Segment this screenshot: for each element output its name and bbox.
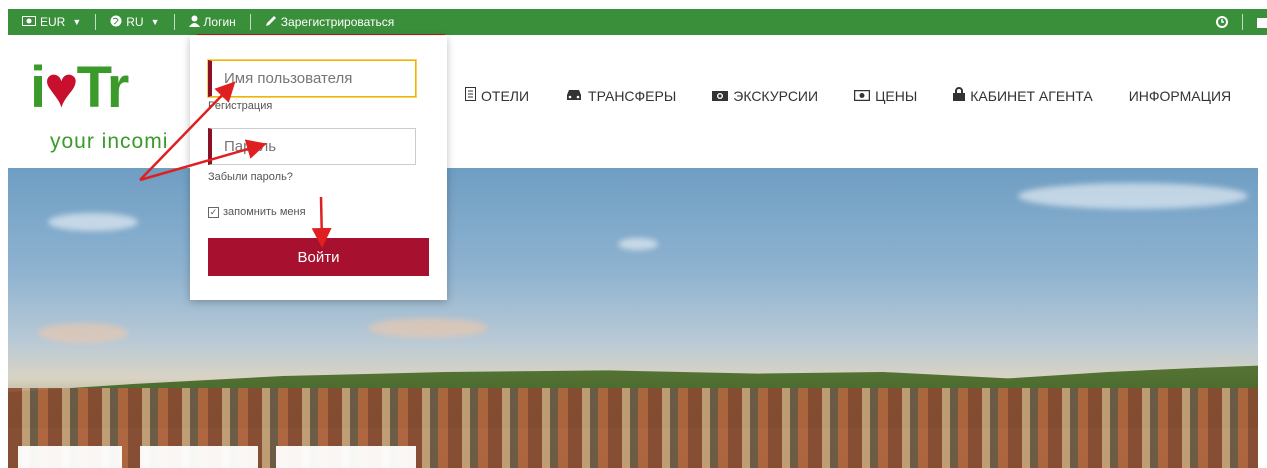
arrow-to-login-button [311, 196, 332, 248]
annotation-arrows [139, 81, 332, 248]
